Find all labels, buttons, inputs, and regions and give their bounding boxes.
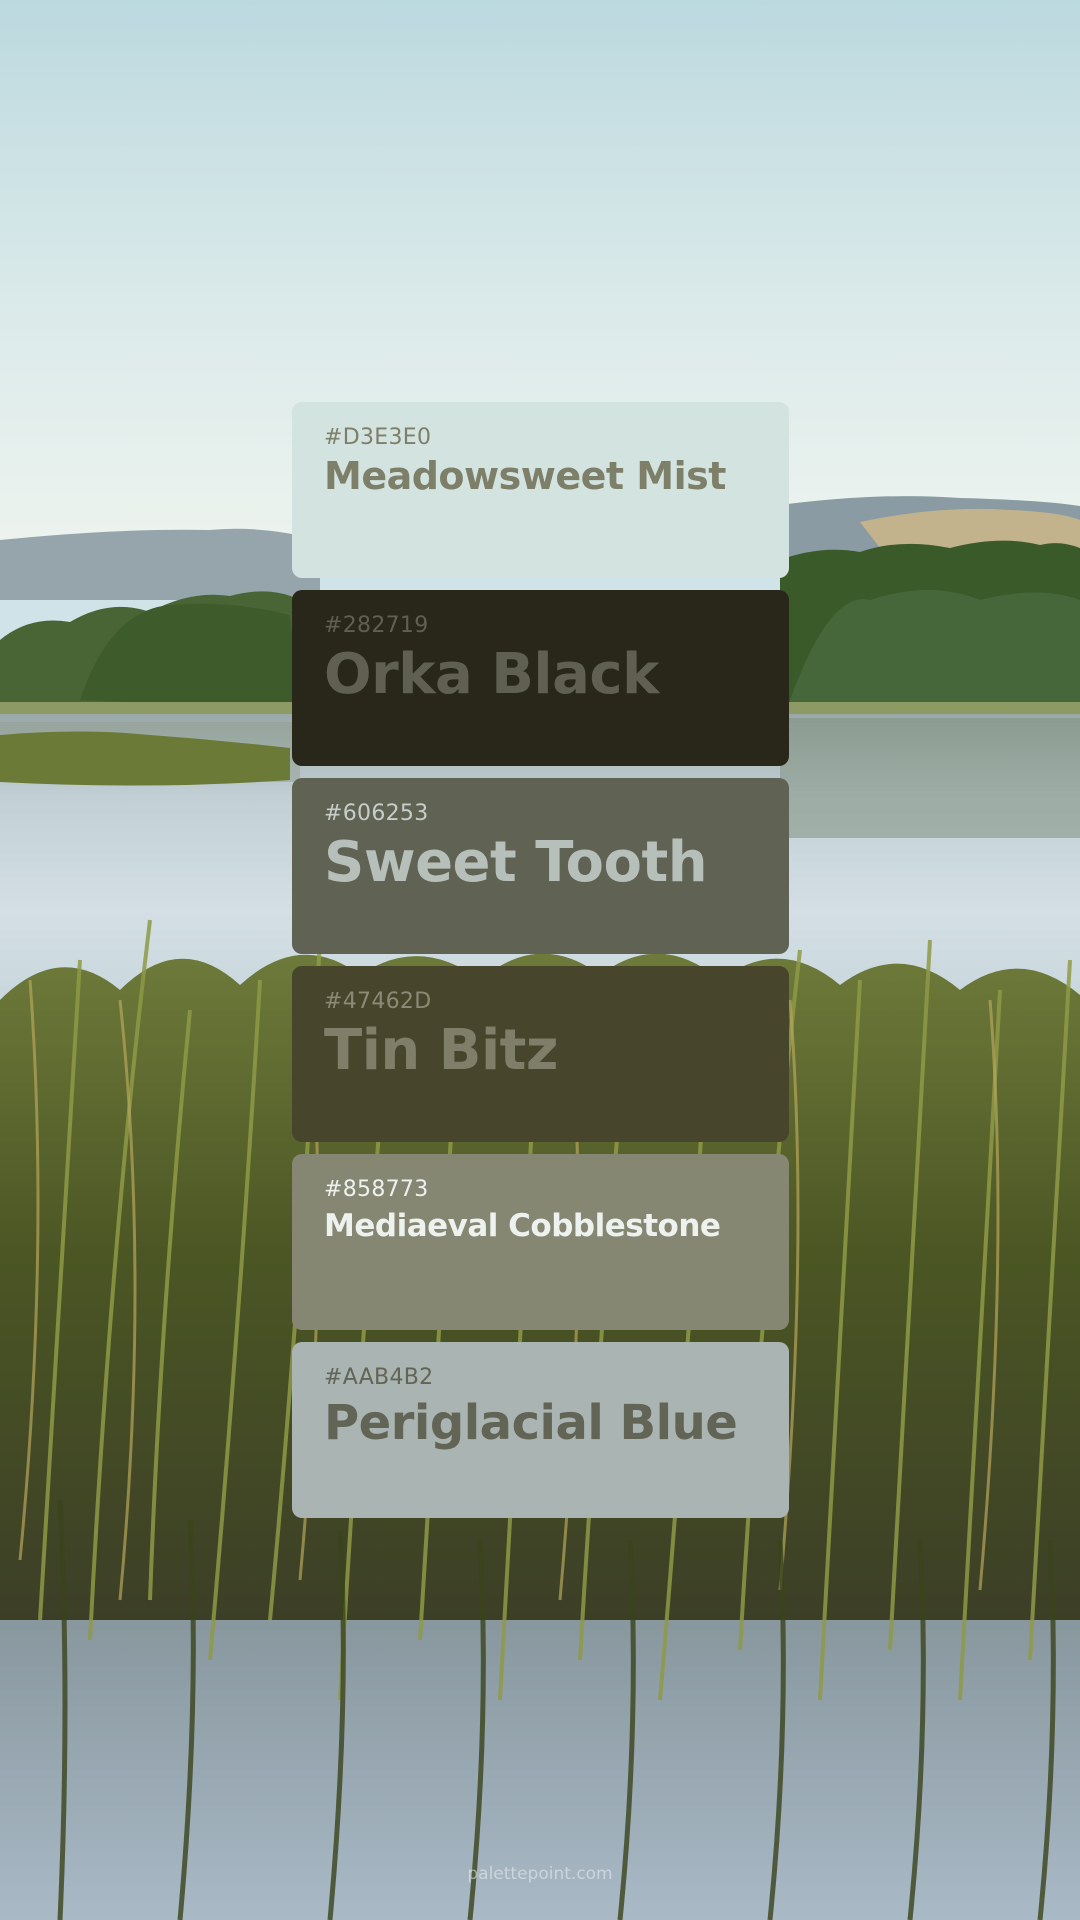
site-credit[interactable]: palettepoint.com (0, 1864, 1080, 1884)
swatch-card[interactable]: #858773 Mediaeval Cobblestone (292, 1154, 789, 1330)
swatch-card[interactable]: #606253 Sweet Tooth (292, 778, 789, 954)
swatch-hex: #282719 (324, 613, 429, 638)
swatch-hex: #858773 (324, 1177, 429, 1202)
swatch-hex: #606253 (324, 801, 429, 826)
swatch-hex: #47462D (324, 989, 432, 1014)
swatch-name: Tin Bitz (324, 1018, 559, 1083)
swatch-card[interactable]: #D3E3E0 Meadowsweet Mist (292, 402, 789, 578)
color-palette: #D3E3E0 Meadowsweet Mist #282719 Orka Bl… (292, 402, 789, 1530)
swatch-name: Orka Black (324, 642, 659, 707)
swatch-name: Mediaeval Cobblestone (324, 1208, 721, 1244)
swatch-hex: #AAB4B2 (324, 1365, 434, 1390)
swatch-card[interactable]: #AAB4B2 Periglacial Blue (292, 1342, 789, 1518)
swatch-card[interactable]: #47462D Tin Bitz (292, 966, 789, 1142)
swatch-card[interactable]: #282719 Orka Black (292, 590, 789, 766)
swatch-name: Periglacial Blue (324, 1395, 738, 1451)
palette-screen: #D3E3E0 Meadowsweet Mist #282719 Orka Bl… (0, 0, 1080, 1920)
swatch-name: Sweet Tooth (324, 830, 708, 895)
swatch-name: Meadowsweet Mist (324, 454, 726, 498)
swatch-hex: #D3E3E0 (324, 425, 432, 450)
